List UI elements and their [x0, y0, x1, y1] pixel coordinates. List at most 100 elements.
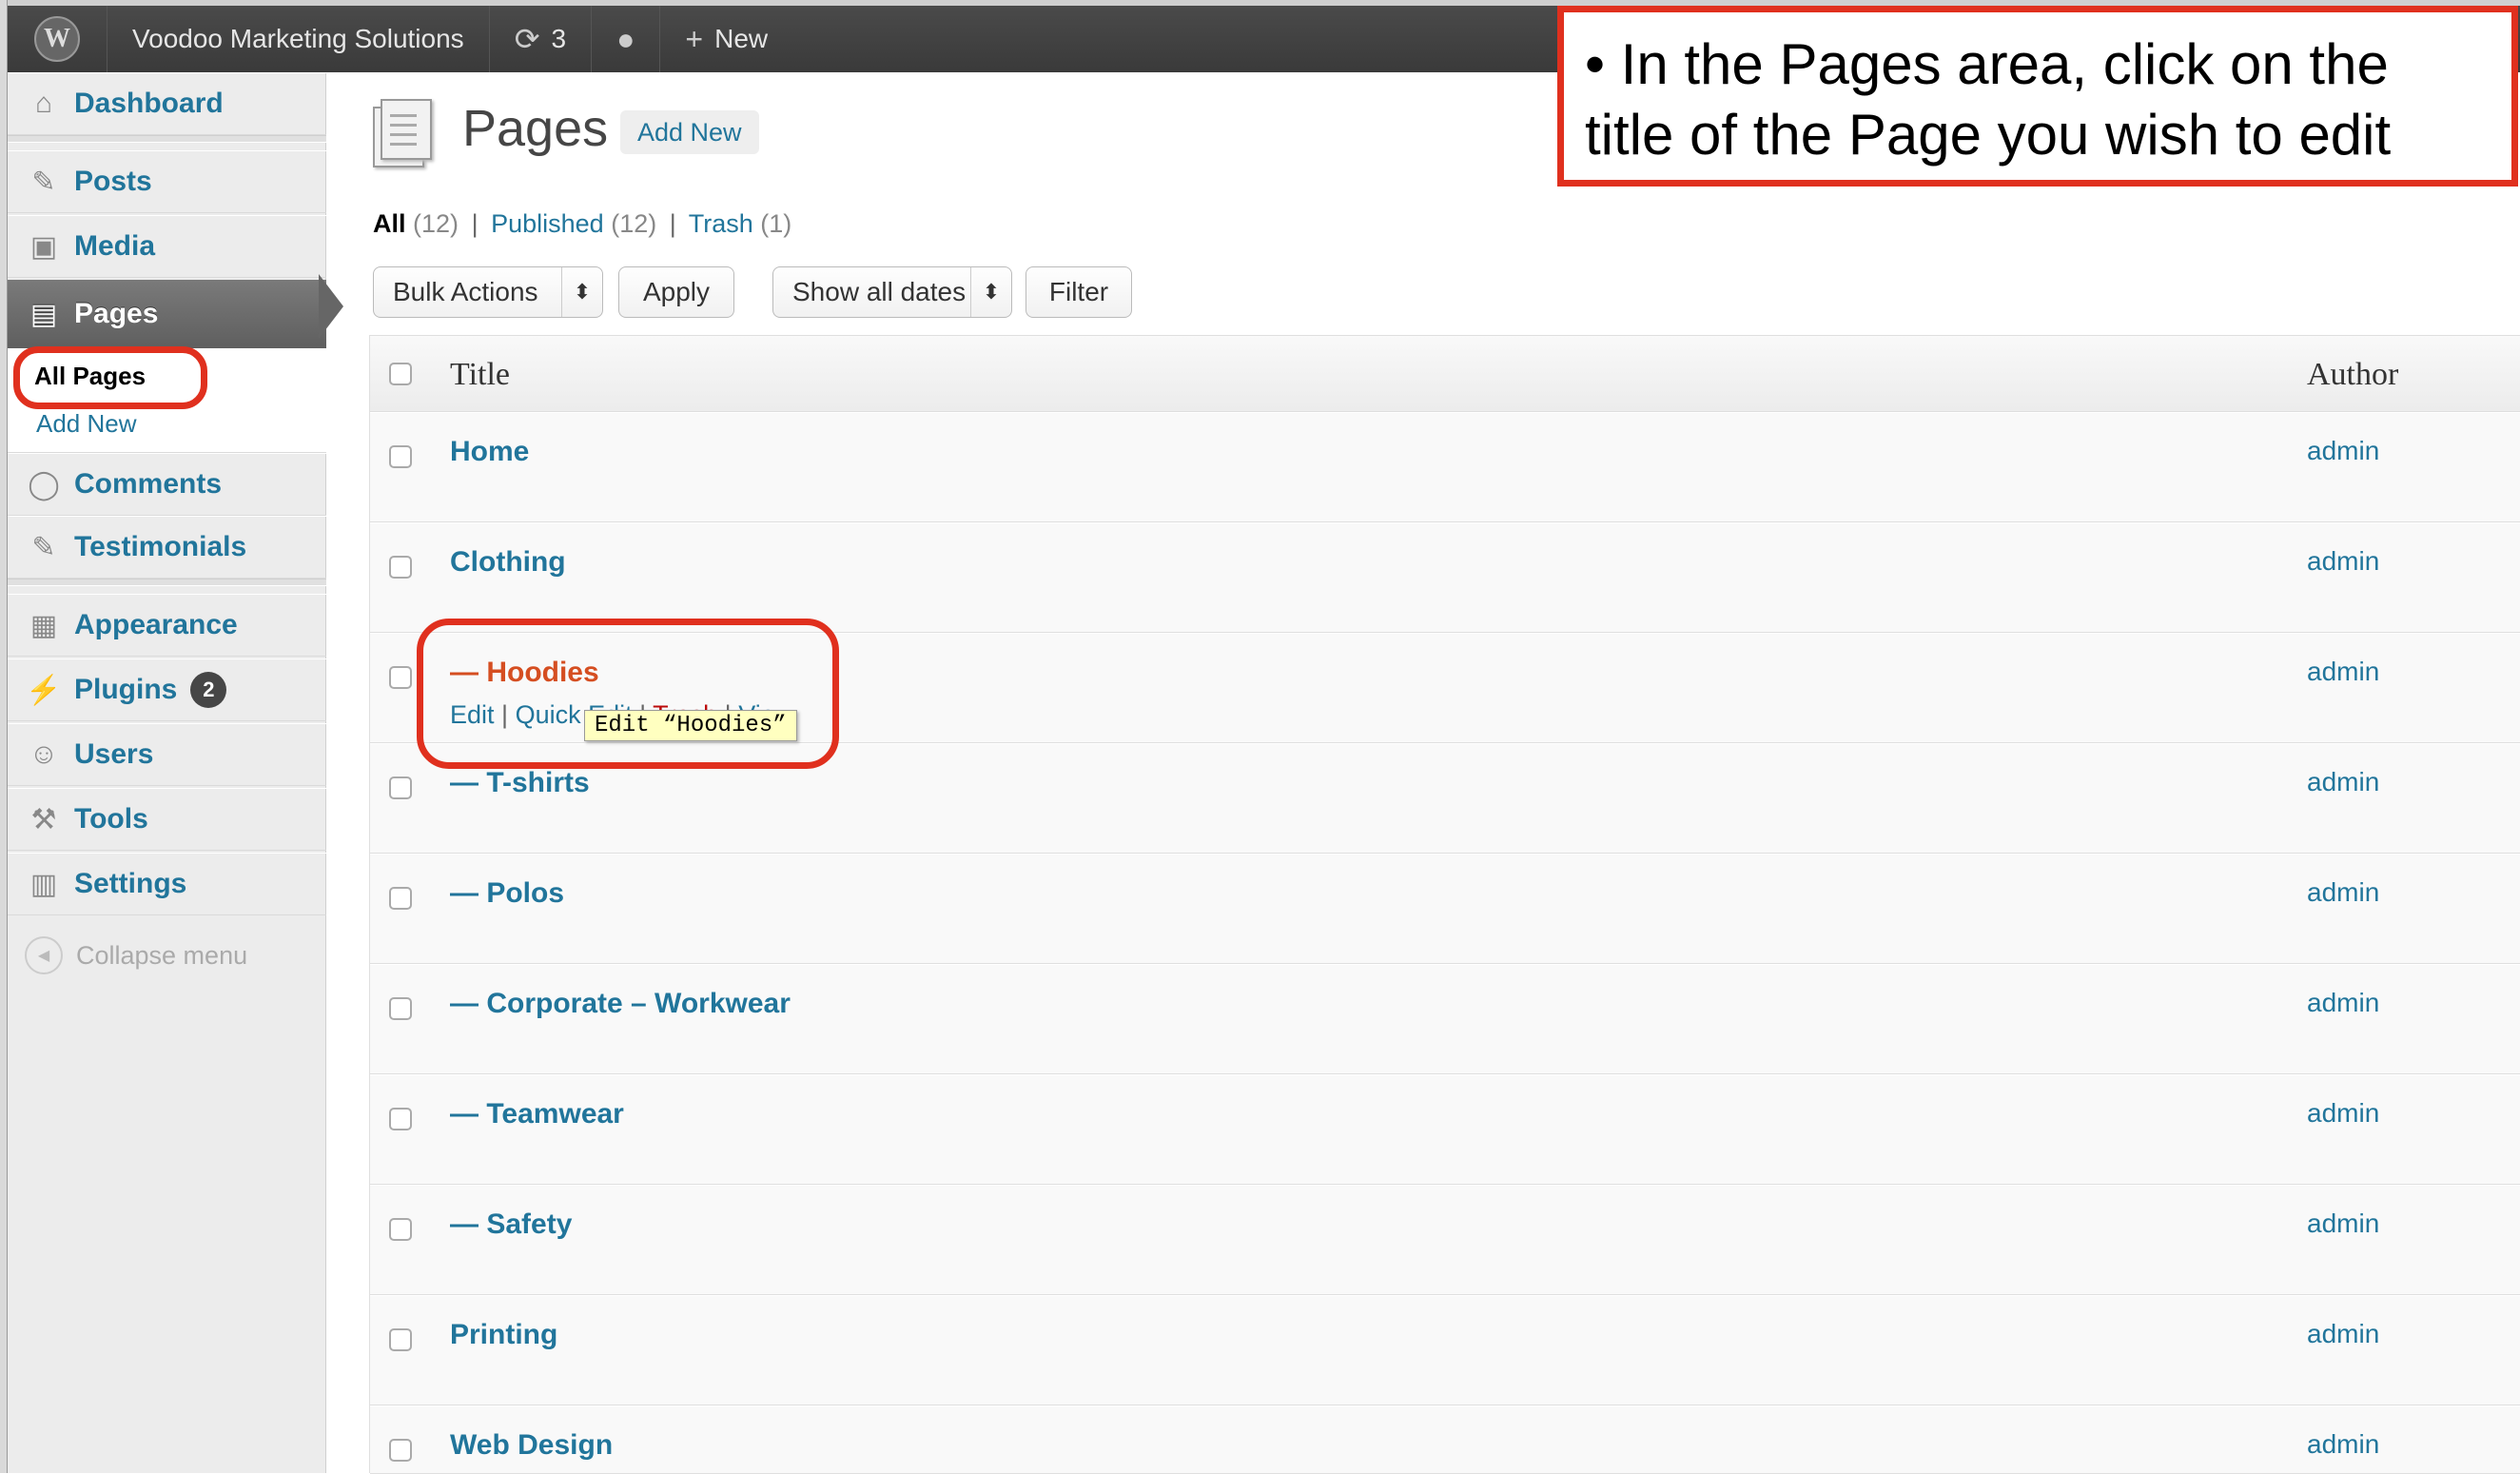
- apply-label: Apply: [642, 277, 711, 306]
- pages-header-icon: [373, 99, 432, 167]
- table-row: Home admin: [370, 412, 2520, 522]
- menu-item-media[interactable]: ▣ Media: [8, 215, 326, 278]
- row-checkbox[interactable]: [389, 1328, 412, 1351]
- menu-item-comments[interactable]: ◯ Comments: [8, 453, 326, 516]
- menu-label: Appearance: [74, 609, 238, 640]
- table-row: Web Design admin: [370, 1405, 2520, 1474]
- menu-item-appearance[interactable]: ▦ Appearance: [8, 594, 326, 657]
- menu-label: Testimonials: [74, 531, 247, 562]
- menu-item-dashboard[interactable]: ⌂ Dashboard: [8, 72, 326, 135]
- apply-button[interactable]: Apply: [618, 266, 734, 318]
- menu-item-tools[interactable]: ⚒ Tools: [8, 788, 326, 851]
- plug-icon: ⚡: [26, 674, 62, 706]
- collapse-menu-button[interactable]: ◀ Collapse menu: [25, 936, 247, 974]
- menu-separator: [8, 135, 326, 143]
- plugins-update-badge: 2: [190, 672, 227, 708]
- page-title-link[interactable]: Web Design: [450, 1429, 613, 1462]
- page-title-link[interactable]: — Corporate – Workwear: [450, 988, 791, 1020]
- row-checkbox[interactable]: [389, 666, 412, 689]
- new-content-button[interactable]: + New: [660, 6, 792, 72]
- menu-label: Posts: [74, 166, 152, 197]
- author-link[interactable]: admin: [2307, 1209, 2379, 1239]
- column-title[interactable]: Title: [450, 357, 510, 393]
- menu-item-pages[interactable]: ▤ Pages: [8, 280, 326, 348]
- menu-label: Dashboard: [74, 88, 224, 119]
- page-title-link[interactable]: — Polos: [450, 877, 564, 910]
- column-author: Author: [2307, 357, 2399, 392]
- page-title-link[interactable]: Home: [450, 436, 529, 468]
- menu-label: Comments: [74, 468, 223, 500]
- author-link[interactable]: admin: [2307, 988, 2379, 1018]
- row-checkbox[interactable]: [389, 445, 412, 468]
- menu-item-users[interactable]: ☺ Users: [8, 723, 326, 786]
- menu-item-posts[interactable]: ✎ Posts: [8, 150, 326, 213]
- menu-label: Tools: [74, 803, 148, 835]
- site-name: Voodoo Marketing Solutions: [132, 24, 464, 53]
- menu-label: Users: [74, 738, 154, 770]
- collapse-arrow-icon: ◀: [25, 936, 63, 974]
- filter-trash-count: (1): [760, 209, 792, 238]
- author-link[interactable]: admin: [2307, 1429, 2379, 1460]
- menu-item-plugins[interactable]: ⚡ Plugins 2: [8, 658, 326, 721]
- filter-separator: |: [471, 209, 479, 238]
- submenu-add-new[interactable]: Add New: [36, 409, 137, 439]
- date-filter-select[interactable]: Show all dates ⬍: [772, 266, 1012, 318]
- users-icon: ☺: [29, 738, 59, 770]
- table-row: Printing admin: [370, 1295, 2520, 1405]
- settings-icon: ▥: [29, 868, 58, 900]
- menu-label: Settings: [74, 868, 187, 899]
- bulk-actions-select[interactable]: Bulk Actions ⬍: [373, 266, 603, 318]
- filter-all[interactable]: All: [373, 209, 406, 238]
- menu-item-settings[interactable]: ▥ Settings: [8, 853, 326, 915]
- updates-button[interactable]: ⟳ 3: [490, 6, 593, 72]
- author-link[interactable]: admin: [2307, 1098, 2379, 1129]
- current-menu-arrow: [319, 274, 343, 339]
- home-icon: ⌂: [34, 88, 53, 119]
- author-link[interactable]: admin: [2307, 657, 2379, 687]
- page-title-link[interactable]: — Teamwear: [450, 1098, 624, 1130]
- pushpin-icon: ✎: [31, 166, 56, 198]
- highlight-hoodies-row: [417, 619, 839, 769]
- author-link[interactable]: admin: [2307, 1319, 2379, 1349]
- wordpress-logo-button[interactable]: W: [8, 6, 107, 72]
- row-checkbox[interactable]: [389, 1218, 412, 1241]
- table-header: Title Author: [370, 336, 2520, 412]
- page-title-link[interactable]: Clothing: [450, 546, 566, 579]
- row-checkbox[interactable]: [389, 776, 412, 799]
- page-title-link[interactable]: — T-shirts: [450, 767, 590, 799]
- select-all-checkbox[interactable]: [389, 363, 412, 385]
- menu-label: Plugins: [74, 674, 178, 705]
- pushpin-icon: ✎: [31, 531, 56, 563]
- page-title: Pages: [462, 100, 609, 157]
- table-row: — Safety admin: [370, 1185, 2520, 1295]
- appearance-icon: ▦: [29, 609, 58, 641]
- row-checkbox[interactable]: [389, 1439, 412, 1462]
- comments-button[interactable]: ●: [592, 6, 661, 72]
- menu-label: Pages: [74, 298, 159, 329]
- filter-published[interactable]: Published: [491, 209, 604, 238]
- row-checkbox[interactable]: [389, 887, 412, 910]
- filter-button[interactable]: Filter: [1026, 266, 1132, 318]
- media-icon: ▣: [29, 230, 58, 263]
- row-checkbox[interactable]: [389, 997, 412, 1020]
- author-link[interactable]: admin: [2307, 436, 2379, 466]
- refresh-icon: ⟳: [514, 22, 540, 56]
- add-new-page-button[interactable]: Add New: [620, 110, 759, 154]
- row-checkbox[interactable]: [389, 556, 412, 579]
- row-checkbox[interactable]: [389, 1108, 412, 1130]
- page-title-link[interactable]: — Safety: [450, 1209, 572, 1241]
- table-row: — Polos admin: [370, 854, 2520, 964]
- menu-separator: [8, 579, 326, 586]
- filter-separator: |: [669, 209, 676, 238]
- comment-icon: ◯: [28, 468, 60, 501]
- collapse-label: Collapse menu: [76, 940, 248, 970]
- site-name-link[interactable]: Voodoo Marketing Solutions: [107, 6, 490, 72]
- filter-trash[interactable]: Trash: [689, 209, 753, 238]
- menu-item-testimonials[interactable]: ✎ Testimonials: [8, 516, 326, 579]
- pages-table: Title Author Home admin Clothing admin —…: [369, 335, 2520, 1474]
- page-title-link[interactable]: Printing: [450, 1319, 557, 1351]
- author-link[interactable]: admin: [2307, 877, 2379, 908]
- tools-icon: ⚒: [30, 803, 57, 835]
- author-link[interactable]: admin: [2307, 767, 2379, 797]
- author-link[interactable]: admin: [2307, 546, 2379, 577]
